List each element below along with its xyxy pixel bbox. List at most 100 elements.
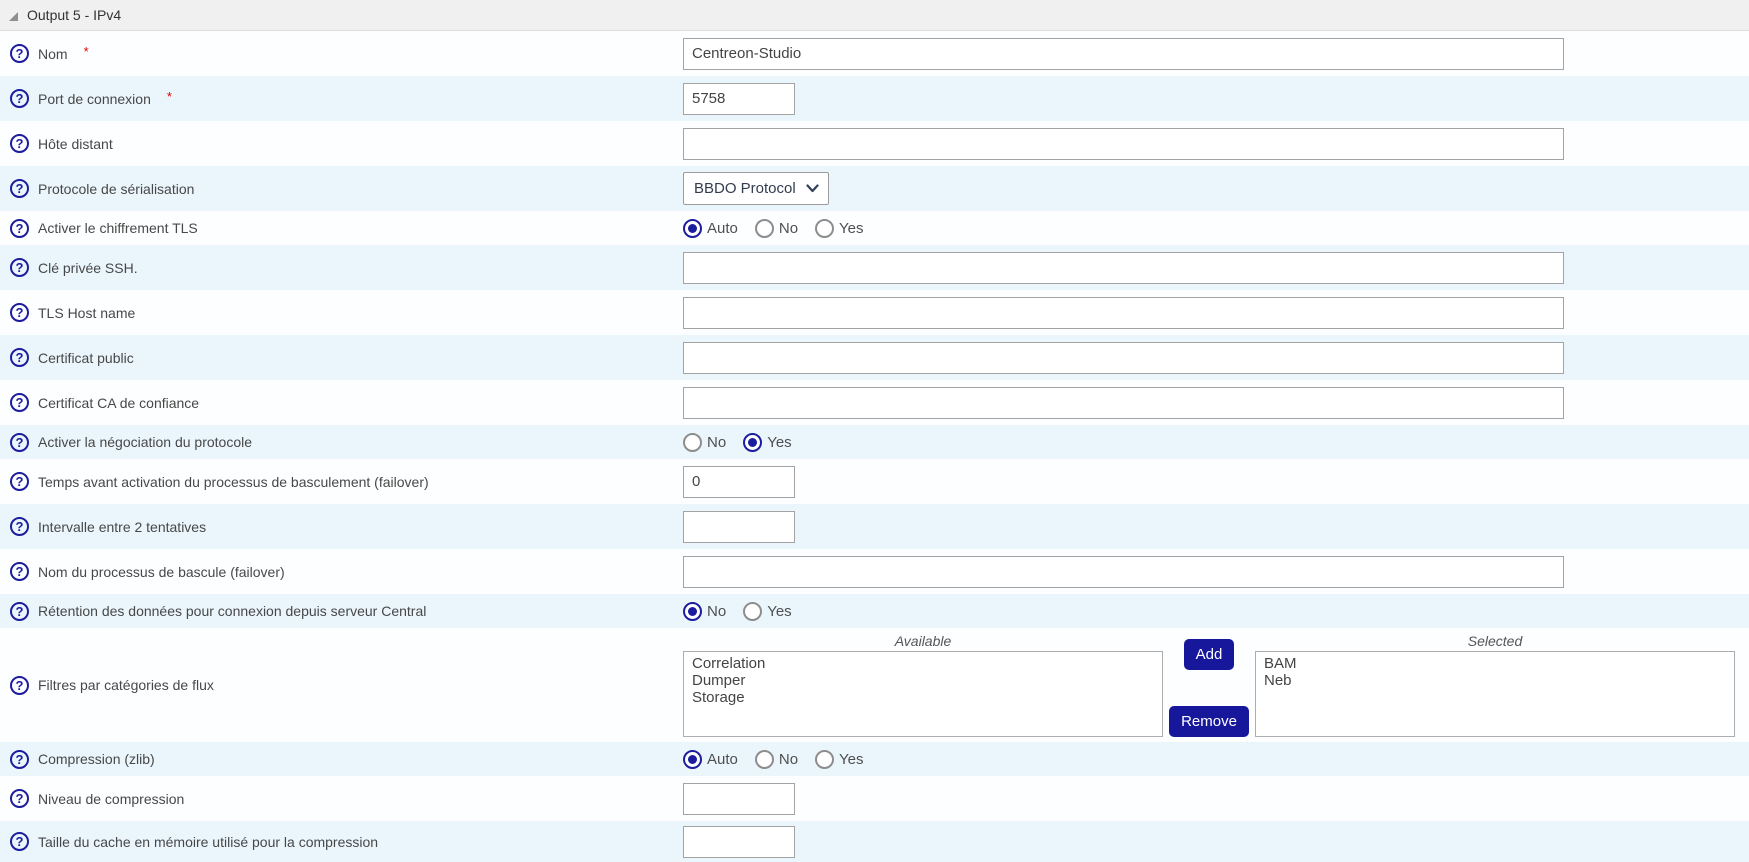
help-icon[interactable]: ? [10, 44, 29, 63]
label-column: ?Activer la négociation du protocole [0, 433, 683, 452]
label-column: ? Temps avant activation du processus de … [0, 472, 683, 491]
form-row-niveau-de-compression: ?Niveau de compression [0, 776, 1749, 821]
radio-option-label: Yes [839, 751, 863, 768]
output-config-panel: Output 5 - IPv4 ?Nom*?Port de connexion*… [0, 0, 1749, 862]
help-icon[interactable]: ? [10, 562, 29, 581]
radio-retention-des-donnees-pour-connexion-dep-no[interactable]: No [683, 602, 726, 621]
radio-compression-zlib-no[interactable]: No [755, 750, 798, 769]
radio-compression-zlib-yes[interactable]: Yes [815, 750, 863, 769]
field-label: Clé privée SSH. [38, 260, 138, 276]
help-icon[interactable]: ? [10, 134, 29, 153]
help-icon[interactable]: ? [10, 393, 29, 412]
form-row-tls-host-name: ?TLS Host name [0, 290, 1749, 335]
help-icon[interactable]: ? [10, 750, 29, 769]
help-icon[interactable]: ? [10, 179, 29, 198]
control-area [683, 466, 1749, 498]
help-icon[interactable]: ? [10, 303, 29, 322]
control-area: Auto No Yes [683, 750, 1749, 769]
input-tls-host-name[interactable] [683, 297, 1564, 329]
input-nom[interactable] [683, 38, 1564, 70]
field-label: Protocole de sérialisation [38, 181, 194, 197]
input-taille-du-cache-en-memoire-utilise-pour-[interactable] [683, 826, 795, 858]
add-button[interactable]: Add [1184, 639, 1235, 670]
radio-option-label: Yes [839, 220, 863, 237]
input-niveau-de-compression[interactable] [683, 783, 795, 815]
radio-option-label: Yes [767, 434, 791, 451]
field-label: Activer le chiffrement TLS [38, 220, 198, 236]
field-label: Compression (zlib) [38, 751, 155, 767]
radio-option-label: Auto [707, 751, 738, 768]
selected-caption: Selected [1255, 633, 1735, 651]
input-certificat-ca-de-confiance[interactable] [683, 387, 1564, 419]
radio-option-label: No [707, 434, 726, 451]
help-icon[interactable]: ? [10, 348, 29, 367]
radio-retention-des-donnees-pour-connexion-dep-yes[interactable]: Yes [743, 602, 791, 621]
form-row-certificat-public: ? Certificat public [0, 335, 1749, 380]
chevron-down-icon [806, 180, 819, 198]
input-certificat-public[interactable] [683, 342, 1564, 374]
control-area [683, 783, 1749, 815]
input-intervalle-entre-2-tentatives[interactable] [683, 511, 795, 543]
control-area [683, 252, 1749, 284]
radio-activer-la-negociation-du-protocole-no[interactable]: No [683, 433, 726, 452]
help-icon[interactable]: ? [10, 433, 29, 452]
form-row-activer-le-chiffrement-tls: ? Activer le chiffrement TLS Auto No Yes [0, 211, 1749, 245]
control-area: AvailableCorrelationDumperStorageAddRemo… [683, 633, 1749, 737]
radio-activer-le-chiffrement-tls-auto[interactable]: Auto [683, 219, 738, 238]
radio-unselected-icon [815, 219, 834, 238]
help-icon[interactable]: ? [10, 676, 29, 695]
radio-activer-le-chiffrement-tls-no[interactable]: No [755, 219, 798, 238]
help-icon[interactable]: ? [10, 832, 29, 851]
radio-selected-icon [683, 750, 702, 769]
input-cle-privee-ssh[interactable] [683, 252, 1564, 284]
radio-unselected-icon [755, 750, 774, 769]
input-nom-du-processus-de-bascule-failover[interactable] [683, 556, 1564, 588]
list-item[interactable]: Neb [1256, 672, 1734, 689]
radio-option-label: No [779, 220, 798, 237]
help-icon[interactable]: ? [10, 89, 29, 108]
input-temps-avant-activation-du-processus-de-b[interactable] [683, 466, 795, 498]
field-label: Temps avant activation du processus de b… [38, 474, 429, 490]
radio-activer-le-chiffrement-tls-yes[interactable]: Yes [815, 219, 863, 238]
list-item[interactable]: Dumper [684, 672, 1162, 689]
help-icon[interactable]: ? [10, 219, 29, 238]
control-area [683, 511, 1749, 543]
remove-button[interactable]: Remove [1169, 706, 1249, 737]
collapse-icon[interactable] [9, 12, 18, 21]
help-icon[interactable]: ? [10, 258, 29, 277]
label-column: ? Compression (zlib) [0, 750, 683, 769]
radio-activer-la-negociation-du-protocole-yes[interactable]: Yes [743, 433, 791, 452]
list-item[interactable]: Correlation [684, 655, 1162, 672]
label-column: ? Certificat public [0, 348, 683, 367]
field-label: Port de connexion [38, 91, 151, 107]
form-row-protocole-de-serialisation: ? Protocole de sérialisation BBDO Protocol [0, 166, 1749, 211]
radio-dot [688, 607, 697, 616]
field-label: Certificat CA de confiance [38, 395, 199, 411]
control-area: BBDO Protocol [683, 172, 1749, 205]
section-header[interactable]: Output 5 - IPv4 [0, 0, 1749, 31]
radio-unselected-icon [683, 433, 702, 452]
help-icon[interactable]: ? [10, 517, 29, 536]
selected-column: SelectedBAMNeb [1255, 633, 1735, 737]
list-item[interactable]: Storage [684, 689, 1162, 706]
help-icon[interactable]: ? [10, 472, 29, 491]
list-item[interactable]: BAM [1256, 655, 1734, 672]
available-list[interactable]: CorrelationDumperStorage [683, 651, 1163, 737]
help-icon[interactable]: ? [10, 789, 29, 808]
field-label: Certificat public [38, 350, 134, 366]
radio-dot [688, 755, 697, 764]
label-column: ? Protocole de sérialisation [0, 179, 683, 198]
radio-compression-zlib-auto[interactable]: Auto [683, 750, 738, 769]
field-label: Intervalle entre 2 tentatives [38, 519, 206, 535]
field-label: Rétention des données pour connexion dep… [38, 603, 426, 619]
radio-option-label: No [707, 603, 726, 620]
input-port-de-connexion[interactable] [683, 83, 795, 115]
select-protocole-de-serialisation[interactable]: BBDO Protocol [683, 172, 829, 205]
selected-list[interactable]: BAMNeb [1255, 651, 1735, 737]
help-icon[interactable]: ? [10, 602, 29, 621]
form-row-certificat-ca-de-confiance: ? Certificat CA de confiance [0, 380, 1749, 425]
required-asterisk: * [84, 44, 89, 59]
available-caption: Available [683, 633, 1163, 651]
label-column: ? Activer le chiffrement TLS [0, 219, 683, 238]
input-hote-distant[interactable] [683, 128, 1564, 160]
